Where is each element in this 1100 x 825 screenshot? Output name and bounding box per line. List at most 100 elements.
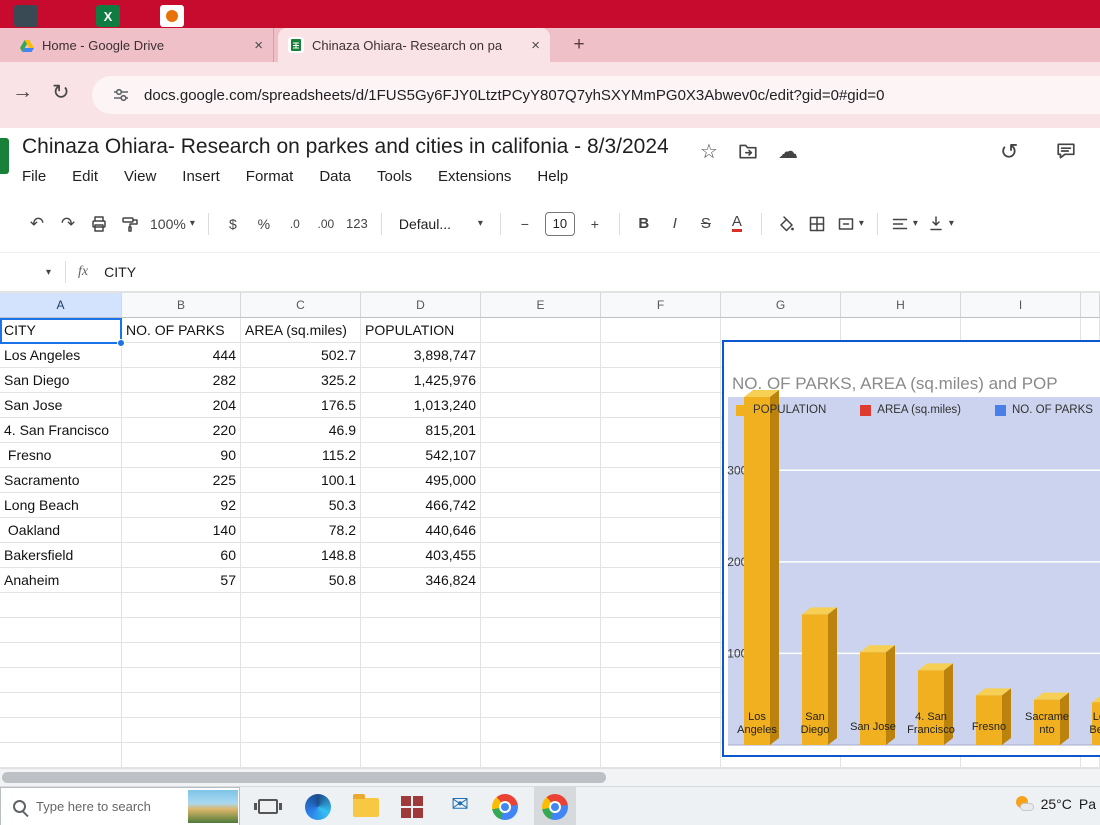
- menu-item-insert[interactable]: Insert: [182, 168, 220, 185]
- cell-A16[interactable]: [0, 693, 122, 718]
- cell-C13[interactable]: [241, 618, 361, 643]
- cell-D9[interactable]: 440,646: [361, 518, 481, 543]
- cell-A9[interactable]: Oakland: [0, 518, 122, 543]
- undo-icon[interactable]: ↶: [26, 210, 48, 238]
- cell-E8[interactable]: [481, 493, 601, 518]
- cell-A4[interactable]: San Jose: [0, 393, 122, 418]
- vertical-align-icon[interactable]: ▾: [927, 210, 954, 238]
- cell-D1[interactable]: POPULATION: [361, 318, 481, 343]
- chrome-active-icon[interactable]: [542, 794, 568, 820]
- cell-B17[interactable]: [122, 718, 241, 743]
- desktop-icon-3[interactable]: [160, 5, 184, 27]
- cell-E1[interactable]: [481, 318, 601, 343]
- cell-A12[interactable]: [0, 593, 122, 618]
- tab-google-drive[interactable]: Home - Google Drive ×: [10, 28, 274, 62]
- menu-item-file[interactable]: File: [22, 168, 46, 185]
- cell-D13[interactable]: [361, 618, 481, 643]
- cell-D6[interactable]: 542,107: [361, 443, 481, 468]
- column-header-C[interactable]: C: [241, 292, 361, 318]
- cloud-status-icon[interactable]: ☁: [778, 139, 798, 164]
- cell-E11[interactable]: [481, 568, 601, 593]
- cell-E3[interactable]: [481, 368, 601, 393]
- cell-B14[interactable]: [122, 643, 241, 668]
- cell-F4[interactable]: [601, 393, 721, 418]
- address-bar[interactable]: docs.google.com/spreadsheets/d/1FUS5Gy6F…: [92, 76, 1100, 114]
- cell-D12[interactable]: [361, 593, 481, 618]
- menu-item-extensions[interactable]: Extensions: [438, 168, 511, 185]
- cell-E9[interactable]: [481, 518, 601, 543]
- star-icon[interactable]: ☆: [700, 139, 718, 164]
- history-icon[interactable]: ↺: [1000, 139, 1018, 165]
- cell-B3[interactable]: 282: [122, 368, 241, 393]
- move-folder-icon[interactable]: [738, 141, 758, 161]
- cell-A10[interactable]: Bakersfield: [0, 543, 122, 568]
- cell-E2[interactable]: [481, 343, 601, 368]
- cell-F17[interactable]: [601, 718, 721, 743]
- column-header-D[interactable]: D: [361, 292, 481, 318]
- cell-B5[interactable]: 220: [122, 418, 241, 443]
- borders-icon[interactable]: [806, 210, 828, 238]
- desktop-icon-1[interactable]: [14, 5, 38, 27]
- edge-icon[interactable]: [305, 794, 331, 820]
- decrease-font-size-button[interactable]: −: [514, 210, 536, 238]
- bold-button[interactable]: B: [633, 210, 655, 238]
- cell-D5[interactable]: 815,201: [361, 418, 481, 443]
- close-icon[interactable]: ×: [244, 37, 263, 54]
- cell-B12[interactable]: [122, 593, 241, 618]
- column-header-H[interactable]: H: [841, 292, 961, 318]
- cell-D3[interactable]: 1,425,976: [361, 368, 481, 393]
- cell-E7[interactable]: [481, 468, 601, 493]
- cell-F16[interactable]: [601, 693, 721, 718]
- cell-F6[interactable]: [601, 443, 721, 468]
- menu-item-tools[interactable]: Tools: [377, 168, 412, 185]
- cell-A14[interactable]: [0, 643, 122, 668]
- cell-C12[interactable]: [241, 593, 361, 618]
- redo-icon[interactable]: ↷: [57, 210, 79, 238]
- cell-C14[interactable]: [241, 643, 361, 668]
- font-select[interactable]: Defaul...▾: [395, 210, 487, 238]
- reload-icon[interactable]: ↻: [52, 80, 70, 105]
- cell-D17[interactable]: [361, 718, 481, 743]
- cell-C7[interactable]: 100.1: [241, 468, 361, 493]
- cell-A11[interactable]: Anaheim: [0, 568, 122, 593]
- cell-B13[interactable]: [122, 618, 241, 643]
- search-highlight-image[interactable]: [188, 790, 238, 823]
- cell-D14[interactable]: [361, 643, 481, 668]
- chrome-icon[interactable]: [492, 794, 518, 820]
- cell-B2[interactable]: 444: [122, 343, 241, 368]
- cell-A5[interactable]: 4. San Francisco: [0, 418, 122, 443]
- cell-C16[interactable]: [241, 693, 361, 718]
- menu-item-view[interactable]: View: [124, 168, 156, 185]
- cell-B16[interactable]: [122, 693, 241, 718]
- cell-A18[interactable]: [0, 743, 122, 768]
- mail-icon[interactable]: ✉: [447, 792, 473, 818]
- name-box-caret-icon[interactable]: ▾: [46, 267, 51, 278]
- cell-F9[interactable]: [601, 518, 721, 543]
- cell-F15[interactable]: [601, 668, 721, 693]
- cell-C17[interactable]: [241, 718, 361, 743]
- cell-F5[interactable]: [601, 418, 721, 443]
- cell-C3[interactable]: 325.2: [241, 368, 361, 393]
- cell-E6[interactable]: [481, 443, 601, 468]
- currency-format-button[interactable]: $: [222, 210, 244, 238]
- font-size-input[interactable]: 10: [545, 212, 575, 236]
- new-tab-button[interactable]: +: [566, 32, 592, 58]
- cell-F14[interactable]: [601, 643, 721, 668]
- paint-format-icon[interactable]: [119, 210, 141, 238]
- cell-C18[interactable]: [241, 743, 361, 768]
- cell-B9[interactable]: 140: [122, 518, 241, 543]
- column-header-A[interactable]: A: [0, 292, 122, 318]
- italic-button[interactable]: I: [664, 210, 686, 238]
- cell-F11[interactable]: [601, 568, 721, 593]
- cell-A3[interactable]: San Diego: [0, 368, 122, 393]
- cell-D18[interactable]: [361, 743, 481, 768]
- cell-B1[interactable]: NO. OF PARKS: [122, 318, 241, 343]
- comment-icon[interactable]: [1056, 141, 1076, 161]
- cell-A15[interactable]: [0, 668, 122, 693]
- cell-B10[interactable]: 60: [122, 543, 241, 568]
- menu-item-data[interactable]: Data: [319, 168, 351, 185]
- cell-D15[interactable]: [361, 668, 481, 693]
- weather-widget[interactable]: 25°C Pa: [1014, 795, 1096, 813]
- fill-color-icon[interactable]: [775, 210, 797, 238]
- increase-font-size-button[interactable]: +: [584, 210, 606, 238]
